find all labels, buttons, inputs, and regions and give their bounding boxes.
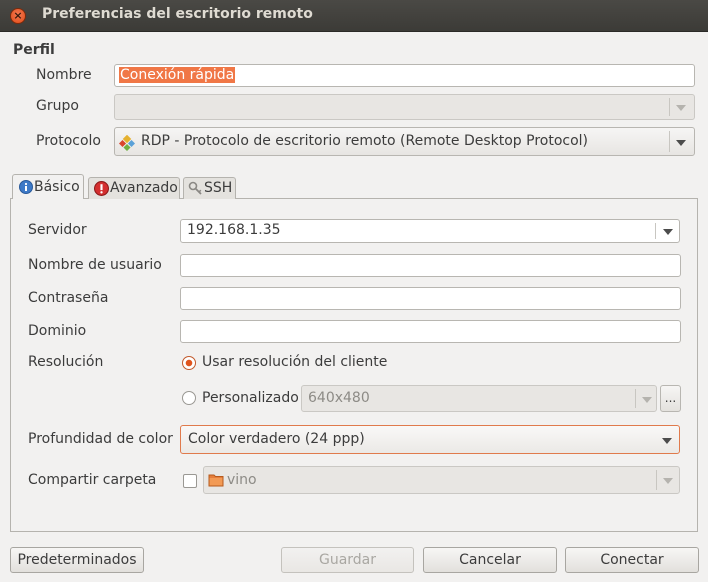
warning-icon — [94, 181, 109, 196]
chevron-down-icon — [662, 438, 672, 444]
save-button[interactable]: Guardar — [281, 547, 414, 573]
group-label: Grupo — [36, 98, 79, 114]
name-label: Nombre — [36, 67, 92, 83]
rdp-plugin-icon — [119, 135, 135, 151]
domain-label: Dominio — [28, 323, 87, 339]
share-folder-value: vino — [227, 472, 257, 488]
close-icon[interactable]: × — [10, 8, 26, 24]
share-folder-select[interactable]: vino — [203, 466, 680, 494]
share-folder-label: Compartir carpeta — [28, 472, 157, 488]
info-icon — [19, 180, 33, 194]
resolution-client-label[interactable]: Usar resolución del cliente — [202, 354, 387, 370]
server-label: Servidor — [28, 222, 87, 238]
resolution-custom-value: 640x480 — [308, 390, 370, 406]
resolution-custom-radio[interactable] — [182, 391, 196, 405]
group-select[interactable] — [114, 94, 695, 120]
connect-button[interactable]: Conectar — [565, 547, 699, 573]
color-depth-select[interactable]: Color verdadero (24 ppp) — [180, 425, 680, 454]
tab-ssh[interactable]: SSH — [183, 177, 236, 199]
chevron-down-icon — [642, 397, 652, 403]
name-field[interactable]: Conexión rápida — [114, 64, 695, 87]
tab-basico-label: Básico — [34, 179, 80, 195]
tab-avanzado[interactable]: Avanzado — [88, 177, 180, 199]
tab-avanzado-label: Avanzado — [110, 180, 178, 196]
protocol-label: Protocolo — [36, 133, 101, 149]
resolution-label: Resolución — [28, 354, 104, 370]
key-icon — [188, 181, 202, 195]
cancel-button[interactable]: Cancelar — [423, 547, 557, 573]
password-label: Contraseña — [28, 290, 109, 306]
domain-field[interactable] — [180, 320, 681, 343]
chevron-down-icon[interactable] — [663, 229, 673, 235]
profile-section-label: Perfil — [13, 42, 55, 58]
folder-icon — [208, 474, 224, 487]
resolution-custom-label[interactable]: Personalizado — [202, 390, 299, 406]
protocol-value: RDP - Protocolo de escritorio remoto (Re… — [141, 133, 589, 149]
tab-ssh-label: SSH — [204, 180, 233, 196]
resolution-more-button[interactable]: ... — [660, 385, 681, 412]
color-depth-label: Profundidad de color — [28, 431, 173, 447]
chevron-down-icon — [676, 105, 686, 111]
color-depth-value: Color verdadero (24 ppp) — [188, 431, 365, 447]
chevron-down-icon — [663, 478, 673, 484]
resolution-client-radio[interactable] — [182, 356, 196, 370]
window-title: Preferencias del escritorio remoto — [42, 6, 313, 22]
share-folder-checkbox[interactable] — [183, 474, 197, 488]
chevron-down-icon — [676, 140, 686, 146]
defaults-button[interactable]: Predeterminados — [10, 547, 144, 573]
protocol-select[interactable]: RDP - Protocolo de escritorio remoto (Re… — [114, 127, 695, 156]
server-value: 192.168.1.35 — [187, 222, 281, 238]
tab-basico[interactable]: Básico — [12, 174, 84, 199]
name-value: Conexión rápida — [119, 67, 236, 83]
server-combo[interactable]: 192.168.1.35 — [180, 219, 680, 243]
resolution-custom-select[interactable]: 640x480 — [301, 385, 657, 412]
username-label: Nombre de usuario — [28, 257, 162, 273]
password-field[interactable] — [180, 287, 681, 310]
title-bar: × Preferencias del escritorio remoto — [0, 0, 708, 32]
username-field[interactable] — [180, 254, 681, 277]
